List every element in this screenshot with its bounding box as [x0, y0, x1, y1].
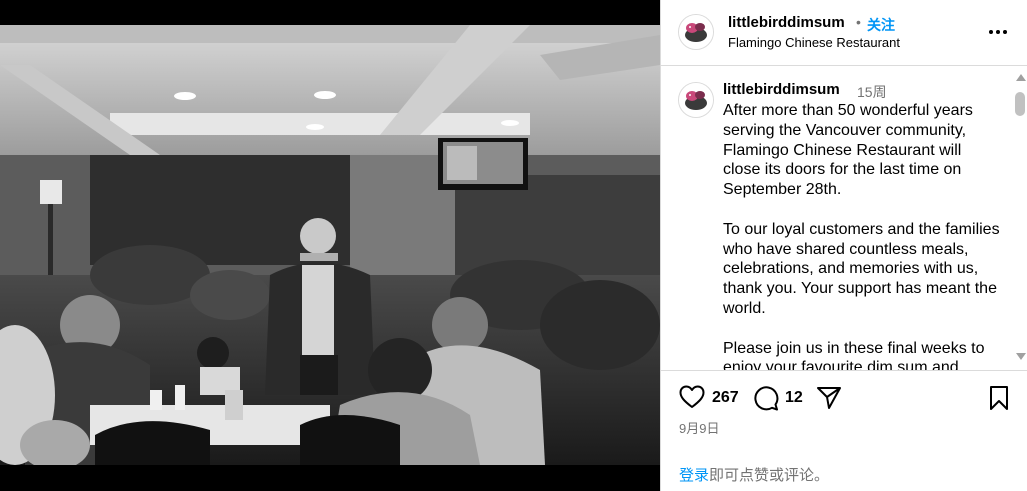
login-prompt: 登录即可点赞或评论。 [679, 464, 829, 485]
caption-scrollbar[interactable] [1013, 72, 1027, 364]
comment-bubble-icon[interactable] [753, 385, 779, 416]
scroll-up-arrow-icon[interactable] [1016, 74, 1026, 81]
post-location[interactable]: Flamingo Chinese Restaurant [728, 35, 900, 50]
post-date[interactable]: 9月9日 [679, 418, 719, 437]
follow-button[interactable]: 关注 [867, 15, 895, 35]
caption-username[interactable]: littlebirddimsum [723, 81, 840, 98]
heart-icon[interactable] [679, 385, 705, 414]
separator-dot: • [856, 14, 861, 30]
restaurant-photo-illustration [0, 25, 660, 465]
caption-avatar[interactable] [678, 82, 714, 118]
post-media-area [0, 0, 660, 491]
paper-plane-icon[interactable] [816, 385, 842, 416]
comment-count[interactable]: 12 [785, 389, 803, 407]
caption-paragraph: Please join us in these final weeks to e… [723, 339, 985, 370]
post-photo[interactable] [0, 25, 660, 465]
caption-text: After more than 50 wonderful years servi… [723, 101, 1003, 370]
post-header: littlebirddimsum • 关注 Flamingo Chinese R… [661, 0, 1027, 66]
caption-paragraph: To our loyal customers and the families … [723, 220, 1000, 317]
scroll-down-arrow-icon[interactable] [1016, 353, 1026, 360]
login-prompt-text: 即可点赞或评论。 [709, 467, 830, 484]
user-avatar[interactable] [678, 14, 714, 50]
more-horizontal-icon[interactable] [987, 22, 1009, 42]
bird-logo-icon [679, 83, 713, 117]
caption-paragraph: After more than 50 wonderful years servi… [723, 102, 973, 199]
bookmark-icon[interactable] [988, 385, 1010, 416]
like-count[interactable]: 267 [712, 389, 739, 407]
caption-area[interactable]: littlebirddimsum 15周 After more than 50 … [661, 67, 1027, 370]
bird-logo-icon [679, 15, 713, 49]
scrollbar-thumb[interactable] [1015, 92, 1025, 116]
post-actions: 267 12 9月9日 登录即可点赞或评论。 [661, 370, 1027, 491]
post-username[interactable]: littlebirddimsum [728, 14, 845, 31]
login-link[interactable]: 登录 [679, 467, 709, 484]
post-info-panel: littlebirddimsum • 关注 Flamingo Chinese R… [660, 0, 1027, 491]
caption-timestamp[interactable]: 15周 [857, 82, 887, 102]
